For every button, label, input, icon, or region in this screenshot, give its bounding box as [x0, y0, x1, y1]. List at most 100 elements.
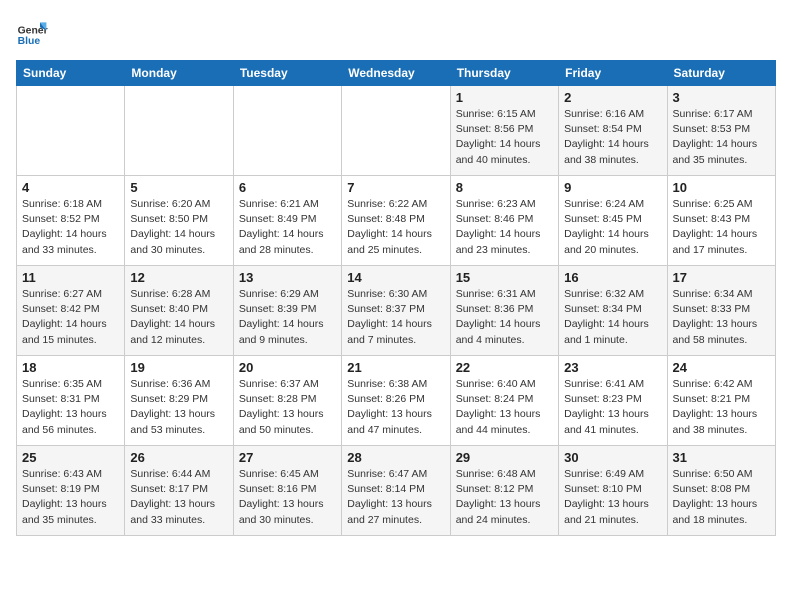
day-info: Sunrise: 6:49 AM Sunset: 8:10 PM Dayligh…: [564, 467, 661, 528]
calendar-cell: 24 Sunrise: 6:42 AM Sunset: 8:21 PM Dayli…: [667, 356, 775, 446]
day-header-monday: Monday: [125, 61, 233, 86]
day-number: 28: [347, 450, 444, 465]
day-info: Sunrise: 6:17 AM Sunset: 8:53 PM Dayligh…: [673, 107, 770, 168]
day-info: Sunrise: 6:24 AM Sunset: 8:45 PM Dayligh…: [564, 197, 661, 258]
logo: General Blue: [16, 16, 52, 48]
day-info: Sunrise: 6:21 AM Sunset: 8:49 PM Dayligh…: [239, 197, 336, 258]
calendar-header-row: SundayMondayTuesdayWednesdayThursdayFrid…: [17, 61, 776, 86]
calendar-cell: 16Sunrise: 6:32 AM Sunset: 8:34 PM Dayli…: [559, 266, 667, 356]
day-info: Sunrise: 6:31 AM Sunset: 8:36 PM Dayligh…: [456, 287, 553, 348]
day-number: 18: [22, 360, 119, 375]
calendar-cell: 31 Sunrise: 6:50 AM Sunset: 8:08 PM Dayli…: [667, 446, 775, 536]
day-number: 22: [456, 360, 553, 375]
calendar-week-row: 1 Sunrise: 6:15 AM Sunset: 8:56 PM Daylig…: [17, 86, 776, 176]
day-number: 17: [673, 270, 770, 285]
calendar-cell: 18 Sunrise: 6:35 AM Sunset: 8:31 PM Dayli…: [17, 356, 125, 446]
calendar-cell: 13 Sunrise: 6:29 AM Sunset: 8:39 PM Dayli…: [233, 266, 341, 356]
day-number: 12: [130, 270, 227, 285]
day-header-tuesday: Tuesday: [233, 61, 341, 86]
calendar-cell: 30 Sunrise: 6:49 AM Sunset: 8:10 PM Dayli…: [559, 446, 667, 536]
day-number: 26: [130, 450, 227, 465]
calendar-cell: 25Sunrise: 6:43 AM Sunset: 8:19 PM Dayli…: [17, 446, 125, 536]
calendar-cell: [125, 86, 233, 176]
day-number: 23: [564, 360, 661, 375]
day-number: 4: [22, 180, 119, 195]
day-number: 1: [456, 90, 553, 105]
day-info: Sunrise: 6:34 AM Sunset: 8:33 PM Dayligh…: [673, 287, 770, 348]
day-number: 9: [564, 180, 661, 195]
day-header-sunday: Sunday: [17, 61, 125, 86]
calendar-week-row: 4 Sunrise: 6:18 AM Sunset: 8:52 PM Daylig…: [17, 176, 776, 266]
day-number: 13: [239, 270, 336, 285]
calendar-cell: 28 Sunrise: 6:47 AM Sunset: 8:14 PM Dayli…: [342, 446, 450, 536]
calendar-cell: 27 Sunrise: 6:45 AM Sunset: 8:16 PM Dayli…: [233, 446, 341, 536]
calendar-cell: 14 Sunrise: 6:30 AM Sunset: 8:37 PM Dayli…: [342, 266, 450, 356]
day-info: Sunrise: 6:28 AM Sunset: 8:40 PM Dayligh…: [130, 287, 227, 348]
day-info: Sunrise: 6:40 AM Sunset: 8:24 PM Dayligh…: [456, 377, 553, 438]
calendar-cell: [17, 86, 125, 176]
day-header-thursday: Thursday: [450, 61, 558, 86]
day-number: 25: [22, 450, 119, 465]
day-info: Sunrise: 6:35 AM Sunset: 8:31 PM Dayligh…: [22, 377, 119, 438]
calendar-cell: 19Sunrise: 6:36 AM Sunset: 8:29 PM Dayli…: [125, 356, 233, 446]
calendar-week-row: 11 Sunrise: 6:27 AM Sunset: 8:42 PM Dayli…: [17, 266, 776, 356]
svg-text:Blue: Blue: [18, 36, 41, 47]
calendar-cell: 7 Sunrise: 6:22 AM Sunset: 8:48 PM Daylig…: [342, 176, 450, 266]
day-number: 21: [347, 360, 444, 375]
calendar-cell: 11 Sunrise: 6:27 AM Sunset: 8:42 PM Dayli…: [17, 266, 125, 356]
day-number: 29: [456, 450, 553, 465]
day-header-wednesday: Wednesday: [342, 61, 450, 86]
day-info: Sunrise: 6:47 AM Sunset: 8:14 PM Dayligh…: [347, 467, 444, 528]
day-info: Sunrise: 6:23 AM Sunset: 8:46 PM Dayligh…: [456, 197, 553, 258]
day-info: Sunrise: 6:29 AM Sunset: 8:39 PM Dayligh…: [239, 287, 336, 348]
day-header-saturday: Saturday: [667, 61, 775, 86]
calendar-cell: 21Sunrise: 6:38 AM Sunset: 8:26 PM Dayli…: [342, 356, 450, 446]
calendar-cell: 9 Sunrise: 6:24 AM Sunset: 8:45 PM Daylig…: [559, 176, 667, 266]
calendar-week-row: 25Sunrise: 6:43 AM Sunset: 8:19 PM Dayli…: [17, 446, 776, 536]
calendar-cell: 4 Sunrise: 6:18 AM Sunset: 8:52 PM Daylig…: [17, 176, 125, 266]
calendar-cell: 15 Sunrise: 6:31 AM Sunset: 8:36 PM Dayli…: [450, 266, 558, 356]
day-info: Sunrise: 6:42 AM Sunset: 8:21 PM Dayligh…: [673, 377, 770, 438]
day-number: 14: [347, 270, 444, 285]
day-info: Sunrise: 6:22 AM Sunset: 8:48 PM Dayligh…: [347, 197, 444, 258]
calendar-cell: 12 Sunrise: 6:28 AM Sunset: 8:40 PM Dayli…: [125, 266, 233, 356]
day-number: 10: [673, 180, 770, 195]
day-number: 8: [456, 180, 553, 195]
calendar-week-row: 18 Sunrise: 6:35 AM Sunset: 8:31 PM Dayli…: [17, 356, 776, 446]
day-number: 27: [239, 450, 336, 465]
day-info: Sunrise: 6:18 AM Sunset: 8:52 PM Dayligh…: [22, 197, 119, 258]
calendar-cell: 1 Sunrise: 6:15 AM Sunset: 8:56 PM Daylig…: [450, 86, 558, 176]
day-info: Sunrise: 6:15 AM Sunset: 8:56 PM Dayligh…: [456, 107, 553, 168]
day-number: 30: [564, 450, 661, 465]
day-number: 15: [456, 270, 553, 285]
day-info: Sunrise: 6:20 AM Sunset: 8:50 PM Dayligh…: [130, 197, 227, 258]
logo-icon: General Blue: [16, 16, 48, 48]
page-header: General Blue: [16, 16, 776, 48]
day-number: 7: [347, 180, 444, 195]
day-info: Sunrise: 6:48 AM Sunset: 8:12 PM Dayligh…: [456, 467, 553, 528]
day-number: 2: [564, 90, 661, 105]
calendar-cell: 20Sunrise: 6:37 AM Sunset: 8:28 PM Dayli…: [233, 356, 341, 446]
day-info: Sunrise: 6:44 AM Sunset: 8:17 PM Dayligh…: [130, 467, 227, 528]
day-info: Sunrise: 6:30 AM Sunset: 8:37 PM Dayligh…: [347, 287, 444, 348]
calendar-cell: 22 Sunrise: 6:40 AM Sunset: 8:24 PM Dayli…: [450, 356, 558, 446]
day-number: 11: [22, 270, 119, 285]
calendar-table: SundayMondayTuesdayWednesdayThursdayFrid…: [16, 60, 776, 536]
day-info: Sunrise: 6:45 AM Sunset: 8:16 PM Dayligh…: [239, 467, 336, 528]
calendar-cell: 17 Sunrise: 6:34 AM Sunset: 8:33 PM Dayli…: [667, 266, 775, 356]
calendar-cell: 2 Sunrise: 6:16 AM Sunset: 8:54 PM Daylig…: [559, 86, 667, 176]
calendar-cell: 6 Sunrise: 6:21 AM Sunset: 8:49 PM Daylig…: [233, 176, 341, 266]
day-number: 31: [673, 450, 770, 465]
calendar-cell: 8 Sunrise: 6:23 AM Sunset: 8:46 PM Daylig…: [450, 176, 558, 266]
calendar-cell: [342, 86, 450, 176]
day-number: 20: [239, 360, 336, 375]
day-number: 24: [673, 360, 770, 375]
day-info: Sunrise: 6:32 AM Sunset: 8:34 PM Dayligh…: [564, 287, 661, 348]
day-info: Sunrise: 6:16 AM Sunset: 8:54 PM Dayligh…: [564, 107, 661, 168]
day-info: Sunrise: 6:50 AM Sunset: 8:08 PM Dayligh…: [673, 467, 770, 528]
day-info: Sunrise: 6:41 AM Sunset: 8:23 PM Dayligh…: [564, 377, 661, 438]
day-info: Sunrise: 6:27 AM Sunset: 8:42 PM Dayligh…: [22, 287, 119, 348]
day-number: 6: [239, 180, 336, 195]
calendar-cell: 29 Sunrise: 6:48 AM Sunset: 8:12 PM Dayli…: [450, 446, 558, 536]
day-number: 19: [130, 360, 227, 375]
